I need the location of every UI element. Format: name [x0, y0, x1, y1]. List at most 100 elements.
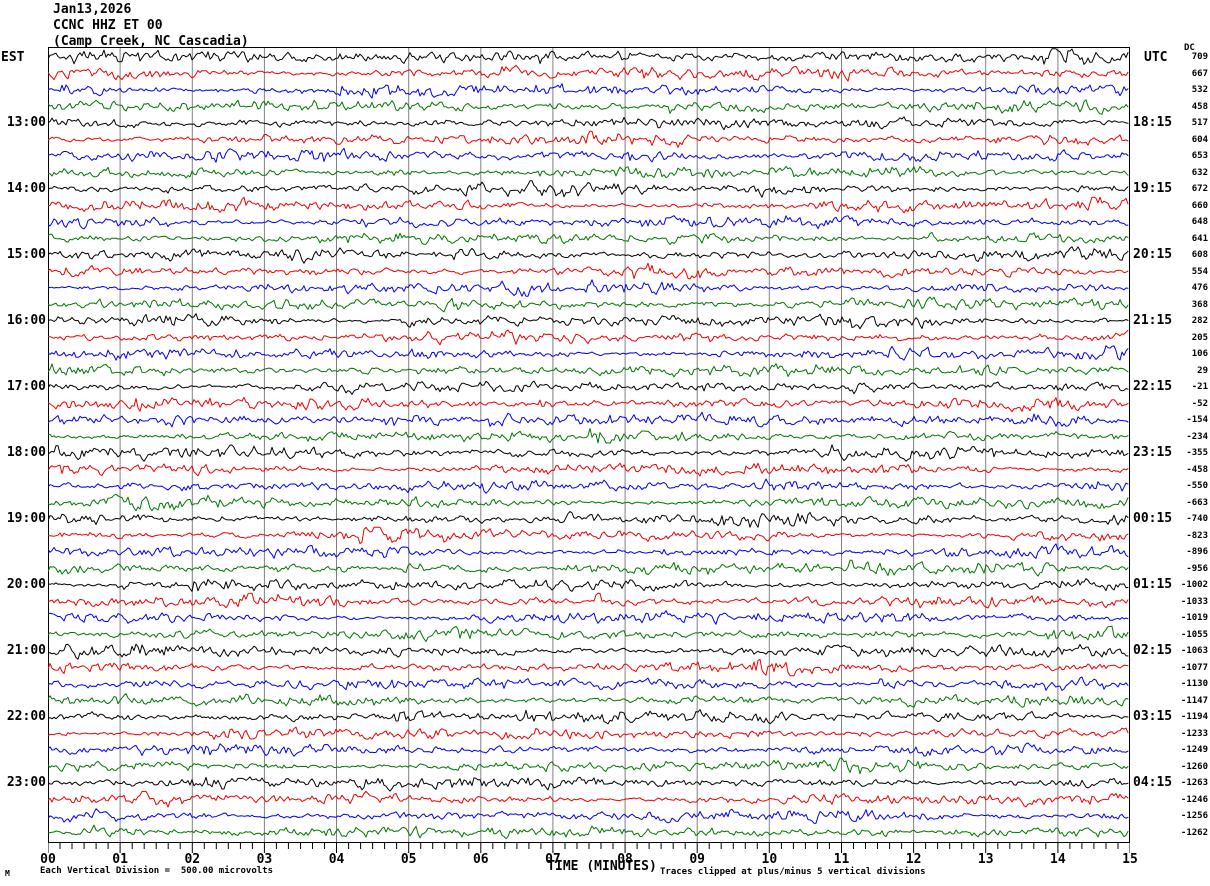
trace-row: [48, 693, 1129, 708]
dc-value: 29: [1197, 365, 1208, 376]
trace-row: [48, 180, 1129, 198]
dc-value: -1147: [1180, 695, 1208, 706]
trace-row: [48, 757, 1129, 775]
trace-row: [48, 262, 1129, 280]
webicorder-page: Jan13,2026 CCNC HHZ ET 00 (Camp Creek, N…: [0, 0, 1210, 886]
trace-row: [48, 790, 1129, 808]
dc-value: -1130: [1180, 679, 1208, 689]
dc-value: 604: [1191, 134, 1208, 145]
est-hour-label: 17:00: [6, 379, 46, 394]
dc-value: 641: [1191, 233, 1208, 244]
trace-row: [48, 296, 1129, 313]
trace-row: [48, 625, 1129, 642]
dc-value: 476: [1191, 283, 1208, 293]
x-axis-label: 11: [833, 852, 850, 867]
dc-value: -1249: [1180, 745, 1208, 755]
header-station-code: CCNC HHZ ET 00: [53, 18, 163, 33]
trace-row: [48, 776, 1129, 792]
est-hour-label: 20:00: [6, 577, 46, 592]
dc-value: -21: [1191, 382, 1208, 392]
header-date: Jan13,2026: [53, 2, 132, 17]
trace-row: [48, 726, 1129, 740]
x-axis-label: 10: [761, 852, 778, 867]
x-axis-label: 15: [1122, 852, 1138, 867]
dc-value: -1233: [1180, 728, 1208, 739]
est-hour-label: 19:00: [6, 511, 46, 526]
dc-value: 554: [1191, 266, 1208, 277]
clipping-note: Traces clipped at plus/minus 5 vertical …: [660, 867, 926, 877]
dc-value: 632: [1191, 167, 1208, 178]
trace-row: [48, 658, 1129, 677]
trace-row: [48, 578, 1129, 592]
dc-value: 106: [1191, 349, 1208, 359]
dc-value: -550: [1186, 481, 1208, 491]
trace-row: [48, 329, 1129, 346]
dc-value: -1256: [1180, 811, 1208, 821]
dc-value: 667: [1191, 68, 1208, 79]
dc-value: 517: [1191, 118, 1208, 128]
left-axis-title: EST: [1, 50, 25, 65]
trace-row: [48, 196, 1129, 214]
dc-value: -1077: [1180, 662, 1208, 673]
dc-value: 368: [1191, 299, 1208, 310]
trace-row: [48, 83, 1129, 99]
trace-row: [48, 478, 1129, 494]
trace-row: [48, 313, 1129, 330]
trace-row: [48, 493, 1129, 512]
x-axis-label: 00: [40, 852, 56, 867]
dc-value: -1063: [1180, 646, 1208, 656]
trace-row: [48, 99, 1129, 115]
dc-value: 653: [1191, 151, 1208, 161]
trace-row: [48, 428, 1129, 444]
x-axis-label: 13: [977, 852, 994, 867]
x-axis-label: 04: [328, 852, 345, 867]
seismogram-plot: [48, 47, 1130, 853]
trace-row: [48, 279, 1129, 297]
trace-row: [48, 824, 1129, 840]
trace-row: [48, 462, 1129, 477]
est-hour-label: 13:00: [6, 115, 46, 130]
dc-value: 458: [1191, 101, 1208, 112]
dc-value: -1262: [1180, 827, 1208, 838]
trace-row: [48, 592, 1129, 609]
trace-row: [48, 444, 1129, 462]
x-axis-label: 14: [1050, 852, 1066, 867]
dc-value: 709: [1191, 52, 1208, 62]
trace-row: [48, 345, 1129, 361]
dc-value: -740: [1186, 514, 1208, 524]
plot-frame: [48, 47, 1130, 843]
trace-row: [48, 116, 1129, 131]
trace-row: [48, 165, 1129, 179]
vertical-scale-note: Each Vertical Division = 500.00 microvol…: [40, 866, 273, 876]
trace-row: [48, 526, 1129, 545]
dc-value: -458: [1186, 464, 1208, 475]
dc-value: 608: [1191, 250, 1208, 260]
dc-value: -355: [1186, 448, 1208, 458]
dc-value: -1194: [1180, 712, 1208, 722]
dc-value: 205: [1191, 332, 1208, 343]
trace-row: [48, 709, 1129, 725]
trace-row: [48, 48, 1129, 65]
trace-row: [48, 147, 1129, 163]
dc-value: -1033: [1180, 596, 1208, 607]
est-hour-label: 14:00: [6, 181, 46, 196]
est-hour-label: 16:00: [6, 313, 46, 328]
x-axis-label: 09: [689, 852, 706, 867]
trace-row: [48, 610, 1129, 625]
est-hour-label: 23:00: [6, 775, 46, 790]
trace-row: [48, 643, 1129, 660]
trace-row: [48, 215, 1129, 230]
trace-row: [48, 232, 1129, 245]
trace-row: [48, 411, 1129, 428]
corner-mark: M: [5, 869, 10, 878]
x-axis-title: TIME (MINUTES): [547, 859, 657, 874]
dc-value: -1055: [1180, 629, 1208, 640]
trace-row: [48, 64, 1129, 82]
x-axis-label: 03: [256, 852, 273, 867]
est-hour-label: 15:00: [6, 247, 46, 262]
x-axis-label: 02: [184, 852, 201, 867]
trace-row: [48, 543, 1129, 559]
est-hour-label: 18:00: [6, 445, 46, 460]
est-hour-label: 21:00: [6, 643, 46, 658]
dc-value: -1263: [1180, 778, 1208, 788]
